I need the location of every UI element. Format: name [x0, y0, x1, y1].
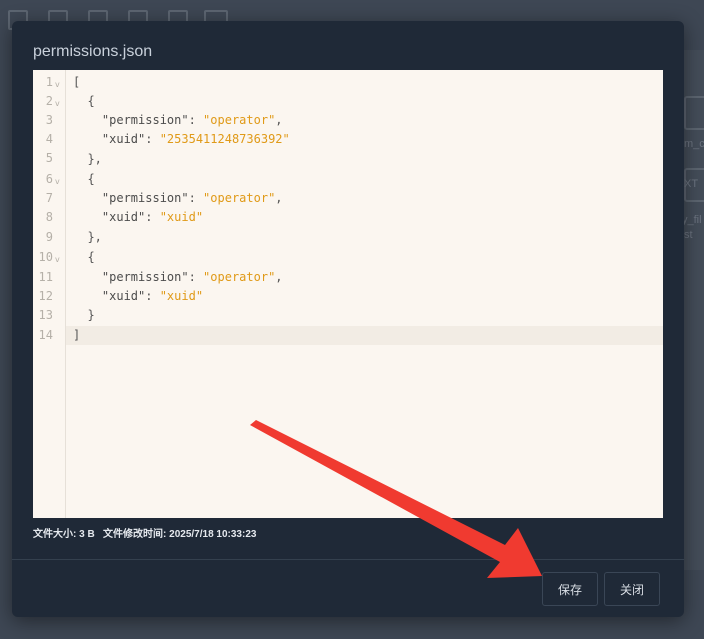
code-line[interactable]: "xuid": "xuid" — [73, 208, 663, 227]
code-token: : — [188, 191, 204, 205]
json-string-value: "operator" — [203, 270, 276, 284]
fold-chevron-icon[interactable]: v — [55, 255, 60, 264]
dialog-title: permissions.json — [33, 43, 153, 60]
file-mtime-label: 文件修改时间: — [103, 529, 167, 540]
code-line[interactable]: "permission": "operator", — [73, 189, 663, 208]
line-number: 11 — [38, 270, 53, 284]
json-string-value: "xuid" — [159, 289, 204, 303]
background-file-label: y_fil — [682, 214, 702, 226]
code-token: ] — [73, 328, 81, 342]
code-token: : — [145, 132, 160, 146]
file-size-label: 文件大小: — [33, 529, 77, 540]
code-line[interactable]: "xuid": "2535411248736392" — [73, 130, 663, 149]
background-file-label: st — [684, 229, 693, 241]
active-code-line[interactable]: ] — [66, 326, 663, 345]
code-line[interactable]: }, — [73, 150, 663, 169]
json-key: "xuid" — [73, 210, 146, 224]
line-number: 7 — [45, 191, 53, 205]
code-token: } — [73, 308, 95, 322]
background-file-icon — [684, 96, 704, 130]
code-line[interactable]: }, — [73, 228, 663, 247]
line-number: 10 — [38, 250, 53, 264]
file-mtime-value: 2025/7/18 10:33:23 — [169, 529, 257, 540]
line-number-gutter: 1 v 2 v 3 4 5 6 v 7 8 9 10 v 11 12 13 14 — [33, 70, 66, 518]
code-line[interactable]: { — [73, 92, 663, 111]
json-key: "permission" — [73, 113, 189, 127]
file-editor-dialog: permissions.json 1 v 2 v 3 4 5 6 v 7 8 9… — [12, 21, 684, 617]
line-number: 13 — [38, 308, 53, 322]
background-file-label: m_c — [684, 138, 704, 150]
line-number: 4 — [45, 132, 53, 146]
code-token: }, — [73, 230, 102, 244]
json-string-value: "operator" — [203, 113, 276, 127]
json-string-value: "2535411248736392" — [159, 132, 290, 146]
code-token: , — [275, 113, 283, 127]
code-editor[interactable]: 1 v 2 v 3 4 5 6 v 7 8 9 10 v 11 12 13 14… — [33, 70, 663, 518]
code-token: }, — [73, 152, 102, 166]
json-string-value: "operator" — [203, 191, 276, 205]
line-number: 3 — [45, 113, 53, 127]
code-line[interactable]: [ — [73, 73, 663, 92]
code-line[interactable]: { — [73, 248, 663, 267]
line-number: 12 — [38, 289, 53, 303]
code-token: { — [73, 94, 95, 108]
json-key: "xuid" — [73, 132, 146, 146]
fold-chevron-icon[interactable]: v — [55, 177, 60, 186]
line-number: 9 — [45, 230, 53, 244]
code-token: [ — [73, 75, 81, 89]
line-number: 5 — [45, 151, 53, 165]
json-string-value: "xuid" — [159, 210, 204, 224]
line-number: 14 — [38, 328, 53, 342]
code-token: : — [145, 210, 160, 224]
close-button[interactable]: 关闭 — [604, 572, 660, 606]
code-token: { — [73, 172, 95, 186]
code-token: : — [145, 289, 160, 303]
fold-chevron-icon[interactable]: v — [55, 99, 60, 108]
code-token: : — [188, 113, 204, 127]
file-size-value: 3 B — [79, 529, 95, 540]
code-line[interactable]: "permission": "operator", — [73, 111, 663, 130]
json-key: "xuid" — [73, 289, 146, 303]
line-number: 2 — [45, 94, 53, 108]
line-number: 1 — [45, 75, 53, 89]
code-line[interactable]: "permission": "operator", — [73, 268, 663, 287]
code-token: { — [73, 250, 95, 264]
line-number: 8 — [45, 210, 53, 224]
background-file-ext: XT — [684, 178, 699, 190]
save-button[interactable]: 保存 — [542, 572, 598, 606]
code-token: : — [188, 270, 204, 284]
code-line[interactable]: } — [73, 306, 663, 325]
code-line[interactable]: { — [73, 170, 663, 189]
fold-chevron-icon[interactable]: v — [55, 80, 60, 89]
line-number: 6 — [45, 172, 53, 186]
code-token: , — [275, 191, 283, 205]
json-key: "permission" — [73, 191, 189, 205]
code-line[interactable]: "xuid": "xuid" — [73, 287, 663, 306]
code-token: , — [275, 270, 283, 284]
file-info-status: 文件大小: 3 B 文件修改时间: 2025/7/18 10:33:23 — [33, 525, 256, 540]
json-key: "permission" — [73, 270, 189, 284]
footer-divider — [12, 559, 684, 560]
